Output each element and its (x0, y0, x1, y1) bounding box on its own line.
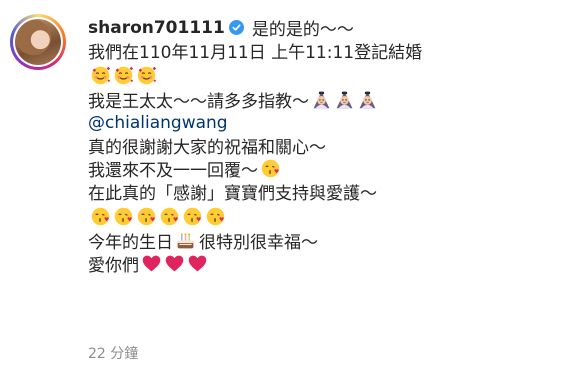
face-blowing-kiss-icon (260, 158, 281, 179)
red-heart-icon (187, 253, 208, 274)
caption-line-11: 愛你們 (88, 252, 558, 276)
caption-text: 我們在110年11月11日 上午11:11登記結婚 (88, 43, 423, 63)
smiling-face-with-hearts-icon (113, 65, 134, 86)
caption-line-9 (88, 203, 558, 229)
caption-text: 是的是的～～ (251, 20, 354, 40)
caption-text: 在此真的「感謝」寶寶們支持與愛護～ (88, 184, 377, 204)
caption-line-2: 我們在110年11月11日 上午11:11登記結婚 (88, 39, 558, 63)
person-with-veil-icon (311, 89, 332, 110)
red-heart-icon (164, 253, 185, 274)
red-heart-icon (141, 253, 162, 274)
face-blowing-kiss-icon (205, 206, 226, 227)
smiling-face-with-hearts-icon (136, 65, 157, 86)
avatar[interactable] (15, 19, 61, 65)
caption-text: 真的很謝謝大家的祝福和關心～ (88, 138, 326, 158)
instagram-post-caption: sharon701111 是的是的～～ 我們在110年11月11日 上午11:1… (0, 0, 572, 385)
caption: sharon701111 是的是的～～ 我們在110年11月11日 上午11:1… (88, 16, 558, 277)
caption-text: 我是王太太～～請多多指教～ (88, 92, 309, 112)
caption-text: 今年的生日 (88, 233, 173, 253)
face-blowing-kiss-icon (136, 206, 157, 227)
person-with-veil-icon (357, 89, 378, 110)
post-timestamp[interactable]: 22 分鐘 (88, 343, 138, 363)
caption-line-8: 在此真的「感謝」寶寶們支持與愛護～ (88, 180, 558, 204)
mention-link[interactable]: @chialiangwang (88, 113, 228, 133)
face-blowing-kiss-icon (113, 206, 134, 227)
face-blowing-kiss-icon (90, 206, 111, 227)
caption-line-7: 我還來不及一一回覆～ (88, 157, 558, 181)
caption-line-5: @chialiangwang (88, 111, 558, 134)
caption-text: 愛你們 (88, 256, 139, 276)
username[interactable]: sharon701111 (88, 18, 225, 38)
verified-badge-icon (228, 20, 244, 35)
caption-text: 我還來不及一一回覆～ (88, 161, 258, 181)
caption-line-4: 我是王太太～～請多多指教～ (88, 88, 558, 112)
face-blowing-kiss-icon (159, 206, 180, 227)
caption-line-6: 真的很謝謝大家的祝福和關心～ (88, 134, 558, 158)
caption-line-1: sharon701111 是的是的～～ (88, 16, 558, 41)
caption-line-3 (88, 62, 558, 88)
person-with-veil-icon (334, 89, 355, 110)
caption-line-10: 今年的生日 很特別很幸福～ (88, 229, 558, 253)
face-blowing-kiss-icon (182, 206, 203, 227)
caption-text: 很特別很幸福～ (199, 233, 318, 253)
story-ring[interactable] (10, 14, 66, 70)
smiling-face-with-hearts-icon (90, 65, 111, 86)
birthday-cake-icon (175, 230, 196, 251)
